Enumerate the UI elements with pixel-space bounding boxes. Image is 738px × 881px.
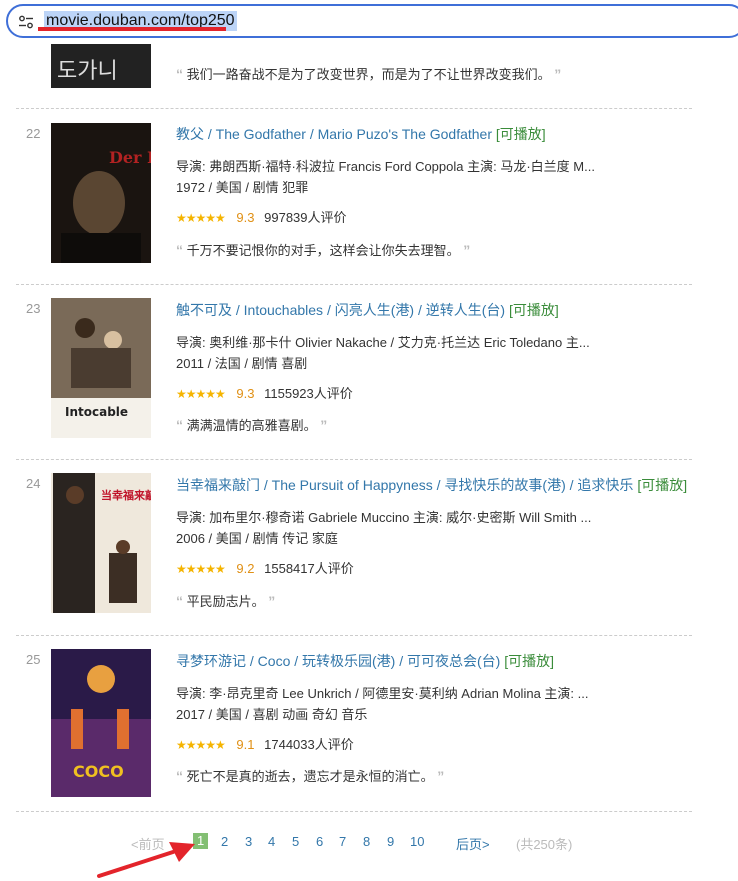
page-link[interactable]: 6 bbox=[316, 834, 323, 849]
quote-open-icon: “ bbox=[176, 593, 183, 609]
rating-stars-icon: ★★★★★ bbox=[176, 738, 226, 752]
movie-poster[interactable]: Der Pate bbox=[51, 123, 151, 263]
poster-text: COCO bbox=[73, 762, 124, 781]
rating-stars-icon: ★★★★★ bbox=[176, 387, 226, 401]
quote-text: 千万不要记恨你的对手，这样会让你失去理智。 bbox=[186, 243, 460, 258]
total-count: (共250条) bbox=[516, 837, 573, 852]
movie-rating: ★★★★★ 9.3 1155923人评价 bbox=[176, 383, 353, 402]
title-main[interactable]: 教父 bbox=[176, 126, 204, 142]
address-bar[interactable]: movie.douban.com/top250 bbox=[6, 4, 738, 38]
movie-info: 1972 / 美国 / 剧情 犯罪 bbox=[176, 180, 309, 195]
url-annotation-underline bbox=[38, 27, 226, 31]
rating-votes: 1155923人评价 bbox=[264, 386, 353, 401]
rating-score: 9.1 bbox=[236, 737, 255, 752]
movie-credits: 导演: 弗朗西斯·福特·科波拉 Francis Ford Coppola 主演:… bbox=[176, 159, 595, 174]
browser-toolbar: movie.douban.com/top250 bbox=[0, 0, 738, 44]
next-page[interactable]: 后页> bbox=[456, 834, 490, 853]
playable-badge: [可播放] bbox=[495, 126, 546, 142]
quote-open-icon: “ bbox=[176, 417, 183, 433]
rating-votes: 997839人评价 bbox=[264, 210, 347, 225]
annotation-arrow-icon bbox=[97, 842, 195, 878]
movie-credits: 导演: 奥利维·那卡什 Olivier Nakache / 艾力克·托兰达 Er… bbox=[176, 335, 590, 350]
movie-quote: “ 千万不要记恨你的对手，这样会让你失去理智。 ” bbox=[176, 240, 470, 259]
movie-info: 2006 / 美国 / 剧情 传记 家庭 bbox=[176, 531, 338, 546]
movie-rank: 22 bbox=[26, 126, 41, 141]
rating-stars-icon: ★★★★★ bbox=[176, 562, 226, 576]
item-divider bbox=[16, 459, 692, 460]
title-main[interactable]: 触不可及 bbox=[176, 302, 232, 318]
movie-quote: “ 满满温情的高雅喜剧。 ” bbox=[176, 415, 327, 434]
quote-text: 我们一路奋战不是为了改变世界，而是为了不让世界改变我们。 bbox=[186, 67, 551, 82]
quote-close-icon: ” bbox=[437, 768, 445, 784]
item-divider bbox=[16, 811, 692, 812]
title-main[interactable]: 当幸福来敲门 bbox=[176, 477, 260, 493]
poster-text: 도가니 bbox=[57, 59, 118, 84]
title-other[interactable]: / The Godfather / Mario Puzo's The Godfa… bbox=[204, 126, 492, 142]
poster-text: Der Pate bbox=[109, 148, 151, 167]
page-link[interactable]: 3 bbox=[245, 834, 252, 849]
item-divider bbox=[16, 635, 692, 636]
title-other[interactable]: / The Pursuit of Happyness / 寻找快乐的故事(港) … bbox=[260, 477, 634, 493]
title-other[interactable]: / Coco / 玩转极乐园(港) / 可可夜总会(台) bbox=[246, 653, 500, 669]
quote-close-icon: ” bbox=[463, 242, 471, 258]
page-link[interactable]: 2 bbox=[221, 834, 228, 849]
movie-info: 2017 / 美国 / 喜剧 动画 奇幻 音乐 bbox=[176, 707, 368, 722]
movie-credits: 导演: 加布里尔·穆奇诺 Gabriele Muccino 主演: 威尔·史密斯… bbox=[176, 510, 592, 525]
playable-badge: [可播放] bbox=[508, 302, 559, 318]
quote-text: 平民励志片。 bbox=[186, 594, 265, 609]
movie-quote: “ 我们一路奋战不是为了改变世界，而是为了不让世界改变我们。 ” bbox=[176, 64, 561, 83]
playable-badge: [可播放] bbox=[637, 477, 688, 493]
page-link[interactable]: 7 bbox=[339, 834, 346, 849]
rating-score: 9.2 bbox=[236, 561, 255, 576]
title-main[interactable]: 寻梦环游记 bbox=[176, 653, 246, 669]
playable-badge: [可播放] bbox=[504, 653, 555, 669]
movie-title[interactable]: 触不可及 / Intouchables / 闪亮人生(港) / 逆转人生(台) … bbox=[176, 300, 559, 320]
quote-text: 死亡不是真的逝去，遗忘才是永恒的消亡。 bbox=[186, 769, 434, 784]
page-link[interactable]: 10 bbox=[410, 834, 424, 849]
title-other[interactable]: / Intouchables / 闪亮人生(港) / 逆转人生(台) bbox=[232, 302, 505, 318]
movie-poster[interactable]: 当幸福来敲门 bbox=[51, 473, 151, 613]
page-link[interactable]: 5 bbox=[292, 834, 299, 849]
movie-rating: ★★★★★ 9.1 1744033人评价 bbox=[176, 734, 354, 753]
page-link[interactable]: 4 bbox=[268, 834, 275, 849]
movie-poster[interactable]: COCO bbox=[51, 649, 151, 797]
page-link[interactable]: 9 bbox=[387, 834, 394, 849]
movie-rating: ★★★★★ 9.3 997839人评价 bbox=[176, 207, 347, 226]
movie-rank: 23 bbox=[26, 301, 41, 316]
quote-close-icon: ” bbox=[554, 66, 562, 82]
quote-open-icon: “ bbox=[176, 242, 183, 258]
site-settings-icon[interactable] bbox=[18, 15, 34, 29]
quote-close-icon: ” bbox=[268, 593, 276, 609]
movie-info: 2011 / 法国 / 剧情 喜剧 bbox=[176, 356, 308, 371]
quote-open-icon: “ bbox=[176, 768, 183, 784]
poster-text: Intocable bbox=[65, 405, 128, 419]
rating-score: 9.3 bbox=[236, 386, 255, 401]
movie-quote: “ 平民励志片。 ” bbox=[176, 591, 275, 610]
quote-open-icon: “ bbox=[176, 66, 183, 82]
rating-votes: 1558417人评价 bbox=[264, 561, 354, 576]
quote-text: 满满温情的高雅喜剧。 bbox=[186, 418, 317, 433]
item-divider bbox=[16, 108, 692, 109]
rating-score: 9.3 bbox=[236, 210, 255, 225]
movie-rank: 25 bbox=[26, 652, 41, 667]
movie-quote: “ 死亡不是真的逝去，遗忘才是永恒的消亡。 ” bbox=[176, 766, 444, 785]
movie-poster[interactable]: 도가니 bbox=[51, 40, 151, 88]
quote-close-icon: ” bbox=[320, 417, 328, 433]
movie-title[interactable]: 当幸福来敲门 / The Pursuit of Happyness / 寻找快乐… bbox=[176, 475, 687, 495]
movie-title[interactable]: 教父 / The Godfather / Mario Puzo's The Go… bbox=[176, 124, 546, 144]
page-link[interactable]: 8 bbox=[363, 834, 370, 849]
poster-text: 当幸福来敲门 bbox=[101, 488, 151, 502]
movie-rating: ★★★★★ 9.2 1558417人评价 bbox=[176, 558, 354, 577]
movie-poster[interactable]: Intocable bbox=[51, 298, 151, 438]
movie-title[interactable]: 寻梦环游记 / Coco / 玩转极乐园(港) / 可可夜总会(台) [可播放] bbox=[176, 651, 554, 671]
rating-votes: 1744033人评价 bbox=[264, 737, 354, 752]
movie-credits: 导演: 李·昂克里奇 Lee Unkrich / 阿德里安·莫利纳 Adrian… bbox=[176, 686, 589, 701]
item-divider bbox=[16, 284, 692, 285]
movie-rank: 24 bbox=[26, 476, 41, 491]
rating-stars-icon: ★★★★★ bbox=[176, 211, 226, 225]
